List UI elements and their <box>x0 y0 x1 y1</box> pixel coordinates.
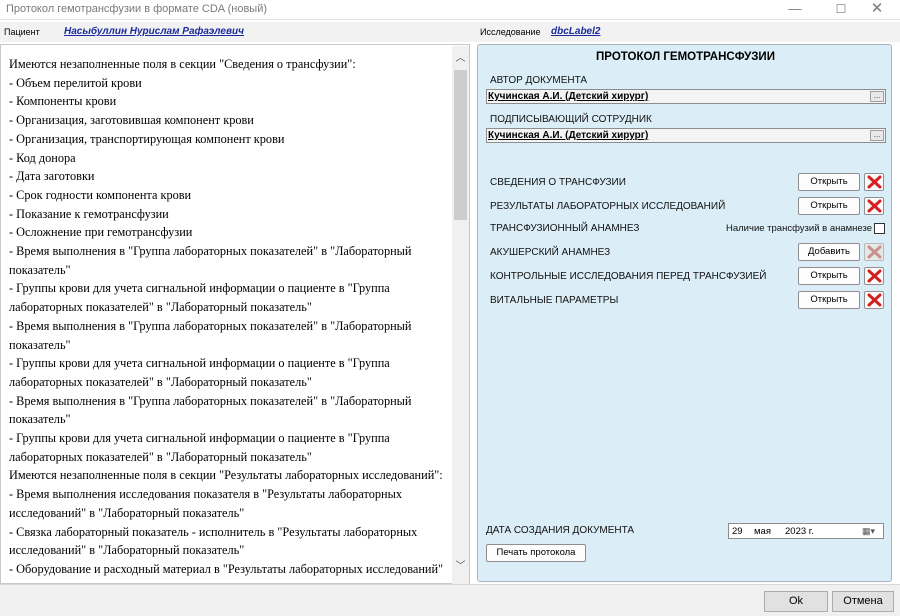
study-link[interactable]: dbcLabel2 <box>551 26 600 37</box>
obstetric-delete-button <box>864 243 884 261</box>
obstetric-add-button[interactable]: Добавить <box>798 243 860 261</box>
validation-message: - Время выполнения исследования показате… <box>9 487 403 520</box>
date-year[interactable]: 2023 г. <box>785 526 814 537</box>
creation-date-label: ДАТА СОЗДАНИЯ ДОКУМЕНТА <box>486 525 635 536</box>
validation-message: - Связка лабораторный показатель - испол… <box>9 524 418 558</box>
control-delete-button[interactable] <box>864 267 884 285</box>
section-transfusion-label: СВЕДЕНИЯ О ТРАНСФУЗИИ <box>490 177 626 188</box>
delete-x-icon <box>867 199 882 213</box>
lab-results-delete-button[interactable] <box>864 197 884 215</box>
print-protocol-button[interactable]: Печать протокола <box>486 544 586 562</box>
author-field[interactable]: Кучинская А.И. (Детский хирург) ... <box>486 89 886 104</box>
lab-results-open-button[interactable]: Открыть <box>798 197 860 215</box>
minimize-button[interactable]: — <box>772 0 818 20</box>
validation-message: - Время выполнения в "Группа лабораторны… <box>9 393 412 427</box>
section-lab-results-label: РЕЗУЛЬТАТЫ ЛАБОРАТОРНЫХ ИССЛЕДОВАНИЙ <box>490 201 726 212</box>
delete-x-icon <box>867 293 882 307</box>
window-title: Протокол гемотрансфузии в формате CDA (н… <box>6 3 268 15</box>
anamnesis-checkbox[interactable] <box>874 223 885 234</box>
vital-open-button[interactable]: Открыть <box>798 291 860 309</box>
anamnesis-checkbox-label: Наличие трансфузий в анамнезе <box>726 223 873 234</box>
signer-value: Кучинская А.И. (Детский хирург) <box>488 130 649 141</box>
ok-button[interactable]: Ok <box>764 591 828 612</box>
validation-message: - Группы крови для учета сигнальной инфо… <box>9 281 390 315</box>
validation-message: - Объем перелитой крови <box>9 75 142 90</box>
validation-message: - Дата заготовки <box>9 169 95 184</box>
delete-x-icon <box>867 175 882 189</box>
validation-messages-panel: Имеются незаполненные поля в секции "Све… <box>0 44 470 584</box>
scroll-up-arrow-icon[interactable]: ︿ <box>452 50 469 68</box>
dialog-footer: Ok Отмена <box>0 584 900 616</box>
delete-x-icon <box>867 269 882 283</box>
control-open-button[interactable]: Открыть <box>798 267 860 285</box>
transfusion-open-button[interactable]: Открыть <box>798 173 860 191</box>
validation-message: - Группы крови для учета сигнальной инфо… <box>9 431 390 464</box>
protocol-title: ПРОТОКОЛ ГЕМОТРАНСФУЗИИ <box>596 51 775 63</box>
validation-message: - Код донора <box>9 150 76 165</box>
validation-message: - Срок годности компонента крови <box>9 187 192 202</box>
patient-header: Пациент Насыбуллин Нурислам Рафаэлевич И… <box>0 22 900 42</box>
author-label: АВТОР ДОКУМЕНТА <box>490 75 588 86</box>
section-anamnesis-label: ТРАНСФУЗИОННЫЙ АНАМНЕЗ <box>490 223 640 234</box>
validation-message: Имеются незаполненные поля в секции "Рез… <box>9 468 443 483</box>
patient-label: Пациент <box>4 27 40 37</box>
validation-message: Имеются незаполненные поля в секции "Све… <box>9 57 356 71</box>
validation-message: - Организация, транспортирующая компонен… <box>9 131 285 146</box>
date-day[interactable]: 29 <box>732 526 743 537</box>
validation-message: - Осложнение при гемотрансфузии <box>9 225 193 240</box>
calendar-dropdown-icon[interactable]: ▦▾ <box>862 526 881 538</box>
close-button[interactable]: ✕ <box>854 0 900 20</box>
cancel-button[interactable]: Отмена <box>832 591 894 612</box>
validation-message: - Компоненты крови <box>9 94 117 109</box>
window-titlebar: Протокол гемотрансфузии в формате CDA (н… <box>0 0 900 20</box>
validation-messages-list: Имеются незаполненные поля в секции "Све… <box>9 55 449 580</box>
scroll-down-arrow-icon[interactable]: ﹀ <box>452 558 469 576</box>
author-value: Кучинская А.И. (Детский хирург) <box>488 91 649 102</box>
study-label: Исследование <box>480 27 541 37</box>
signer-field[interactable]: Кучинская А.И. (Детский хирург) ... <box>486 128 886 143</box>
section-control-label: КОНТРОЛЬНЫЕ ИССЛЕДОВАНИЯ ПЕРЕД ТРАНСФУЗИ… <box>490 271 767 282</box>
vertical-scrollbar[interactable]: ︿ ﹀ <box>452 46 469 584</box>
signer-select-button[interactable]: ... <box>870 130 884 141</box>
delete-x-icon <box>867 245 882 259</box>
validation-message: - Время выполнения в "Группа лабораторны… <box>9 318 412 352</box>
validation-message: - Оборудование и расходный материал в "Р… <box>9 561 444 576</box>
date-month[interactable]: мая <box>754 526 771 537</box>
scrollbar-thumb[interactable] <box>454 70 467 220</box>
validation-message: - Организация, заготовившая компонент кр… <box>9 113 254 128</box>
vital-delete-button[interactable] <box>864 291 884 309</box>
transfusion-delete-button[interactable] <box>864 173 884 191</box>
patient-name-link[interactable]: Насыбуллин Нурислам Рафаэлевич <box>64 26 244 37</box>
validation-message: - Время выполнения в "Группа лабораторны… <box>9 244 412 277</box>
section-obstetric-label: АКУШЕРСКИЙ АНАМНЕЗ <box>490 247 611 258</box>
signer-label: ПОДПИСЫВАЮЩИЙ СОТРУДНИК <box>490 114 652 125</box>
author-select-button[interactable]: ... <box>870 91 884 102</box>
validation-message: - Показание к гемотрансфузии <box>9 206 169 221</box>
validation-message: - Группы крови для учета сигнальной инфо… <box>9 356 390 389</box>
creation-date-picker[interactable]: 29 мая 2023 г. ▦▾ <box>728 523 884 539</box>
protocol-panel: ПРОТОКОЛ ГЕМОТРАНСФУЗИИ АВТОР ДОКУМЕНТА … <box>477 44 892 582</box>
section-vital-label: ВИТАЛЬНЫЕ ПАРАМЕТРЫ <box>490 295 619 306</box>
